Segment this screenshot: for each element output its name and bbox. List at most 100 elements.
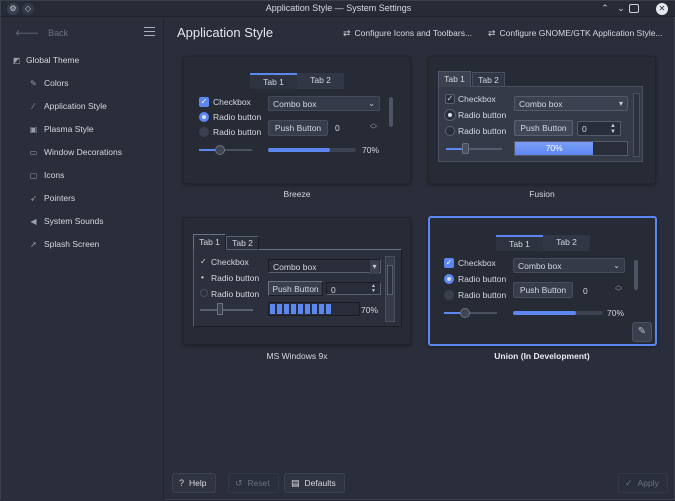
style-name-fusion: Fusion — [529, 189, 555, 199]
configure-icon: ⇄ — [343, 28, 351, 38]
radio-unchecked — [444, 290, 454, 300]
combo-label: Combo box — [518, 261, 562, 271]
slider-knob — [215, 145, 225, 155]
checkbox-label: Checkbox — [211, 257, 249, 267]
style-card-breeze[interactable]: Tab 1 Tab 2 ✓ Checkbox Radio button Radi… — [183, 56, 411, 184]
tab-1: Tab 1 — [193, 234, 226, 250]
sidebar-item-label: Plasma Style — [44, 124, 94, 134]
radio-label: Radio button — [458, 290, 507, 300]
tab-2: Tab 2 — [297, 73, 344, 89]
configure-icons-button[interactable]: ⇄ Configure Icons and Toolbars... — [343, 28, 472, 39]
global-theme-icon: ◩ — [12, 56, 21, 65]
help-button[interactable]: ? Help — [172, 473, 216, 493]
spin-arrows-icon: ︿ ﹀ — [615, 282, 622, 296]
combo-box: Combo box ⌄ — [513, 258, 625, 273]
keep-above-button[interactable]: ⌃ — [599, 3, 611, 15]
push-button: Push Button — [513, 282, 573, 298]
sidebar-item-application-style[interactable]: ⁄ Application Style — [1, 97, 164, 117]
sidebar-item-splash-screen[interactable]: ➚ Splash Screen — [1, 235, 164, 255]
back-button[interactable]: 🡐 Back — [15, 28, 68, 39]
sidebar-item-icons[interactable]: ▢ Icons — [1, 166, 164, 186]
style-card-fusion[interactable]: Tab 1 Tab 2 ✓ Checkbox Radio button Radi… — [428, 56, 656, 184]
plasma-icon: ▣ — [29, 125, 38, 134]
spin-arrows-icon: ▲ ▼ — [610, 123, 616, 135]
rocket-icon: ➚ — [30, 240, 37, 249]
defaults-button[interactable]: ▤ Defaults — [284, 473, 345, 493]
apply-label: Apply — [637, 478, 659, 488]
progress-label: 70% — [362, 145, 380, 155]
radio-checked — [444, 274, 454, 284]
progress-fill — [513, 311, 576, 315]
slider-knob — [460, 308, 470, 318]
hamburger-menu-icon[interactable] — [144, 27, 155, 36]
reset-label: Reset — [247, 478, 270, 488]
minimize-button[interactable]: ⌄ — [615, 3, 627, 15]
pointer-icon: ➶ — [30, 194, 37, 203]
defaults-icon: ▤ — [291, 478, 300, 488]
scrollbar — [389, 97, 393, 127]
progress-label: 70% — [607, 308, 625, 318]
spin-box: 0 ▲ ▼ — [326, 282, 381, 295]
apply-button[interactable]: ✓ Apply — [618, 473, 668, 493]
sidebar-item-colors[interactable]: ✎ Colors — [1, 74, 164, 94]
style-card-union[interactable]: Tab 1 Tab 2 ✓ Checkbox Radio button Radi… — [428, 216, 657, 346]
tab-1: Tab 1 — [250, 73, 297, 89]
chevron-down-icon: ▾ — [370, 260, 379, 274]
sidebar-item-label: Pointers — [44, 193, 76, 203]
check-icon: ✓ — [200, 257, 207, 266]
spin-value: 0 — [331, 285, 336, 295]
scrollbar — [633, 93, 640, 157]
sidebar-item-pointers[interactable]: ➶ Pointers — [1, 189, 164, 209]
maximize-button[interactable] — [629, 4, 639, 13]
slider-track — [200, 309, 253, 311]
scrollbar-thumb — [387, 265, 393, 295]
reset-icon: ↺ — [235, 478, 243, 488]
radio-unchecked — [200, 289, 208, 297]
brush-icon: ⁄ — [32, 102, 35, 111]
checkbox-label: Checkbox — [458, 258, 496, 268]
radio-label: Radio button — [458, 274, 507, 284]
tab-bar: Tab 1 Tab 2 — [438, 71, 508, 87]
sidebar-item-plasma-style[interactable]: ▣ Plasma Style — [1, 120, 164, 140]
sidebar-item-label: Application Style — [44, 101, 107, 111]
radio-label: Radio button — [458, 126, 507, 136]
defaults-label: Defaults — [304, 478, 336, 488]
radio-unchecked — [199, 127, 209, 137]
combo-label: Combo box — [273, 262, 317, 272]
sidebar-item-label: System Sounds — [44, 216, 104, 226]
style-name-union: Union (In Development) — [494, 351, 590, 361]
system-settings-window: ⚙ ◇ Application Style — System Settings … — [0, 0, 675, 501]
spin-arrows-icon: ︿ ﹀ — [370, 120, 377, 134]
checkbox: ✓ — [445, 94, 455, 104]
close-button[interactable]: ✕ — [656, 3, 668, 15]
spin-box: 0 ▲ ▼ — [577, 121, 621, 136]
configure-gtk-button[interactable]: ⇄ Configure GNOME/GTK Application Style..… — [488, 28, 663, 39]
sidebar-item-window-decorations[interactable]: ▭ Window Decorations — [1, 143, 164, 163]
help-icon: ? — [179, 478, 185, 488]
reset-button[interactable]: ↺ Reset — [228, 473, 279, 493]
page-title: Application Style — [177, 25, 274, 40]
radio-checked — [199, 112, 209, 122]
slider-knob — [217, 303, 223, 315]
sidebar-item-global-theme[interactable]: ◩ Global Theme — [1, 51, 164, 71]
style-card-ms-windows-9x[interactable]: Tab 1 Tab 2 ✓ Checkbox • Radio button Ra… — [183, 217, 411, 345]
icons-icon: ▢ — [29, 171, 38, 180]
back-label: Back — [48, 28, 69, 38]
progress-fill — [270, 304, 332, 314]
tab-1: Tab 1 — [438, 71, 471, 87]
sidebar-item-label: Colors — [44, 78, 69, 88]
pencil-icon: ✎ — [637, 326, 647, 337]
push-button: Push Button — [514, 120, 573, 136]
checkbox-label: Checkbox — [458, 94, 496, 104]
chevron-down-icon: ⌄ — [368, 99, 375, 108]
progress-bar: 70% — [514, 141, 628, 156]
sidebar-item-system-sounds[interactable]: ◀ System Sounds — [1, 212, 164, 232]
scrollbar — [385, 256, 395, 322]
radio-checked — [445, 110, 455, 120]
progress-label: 70% — [545, 143, 563, 153]
window-icon: ▭ — [29, 148, 38, 157]
spin-arrows-icon: ▲ ▼ — [371, 283, 376, 294]
spin-value: 0 — [335, 123, 340, 133]
edit-style-button[interactable]: ✎ — [632, 322, 652, 342]
radio-label: Radio button — [458, 110, 507, 120]
